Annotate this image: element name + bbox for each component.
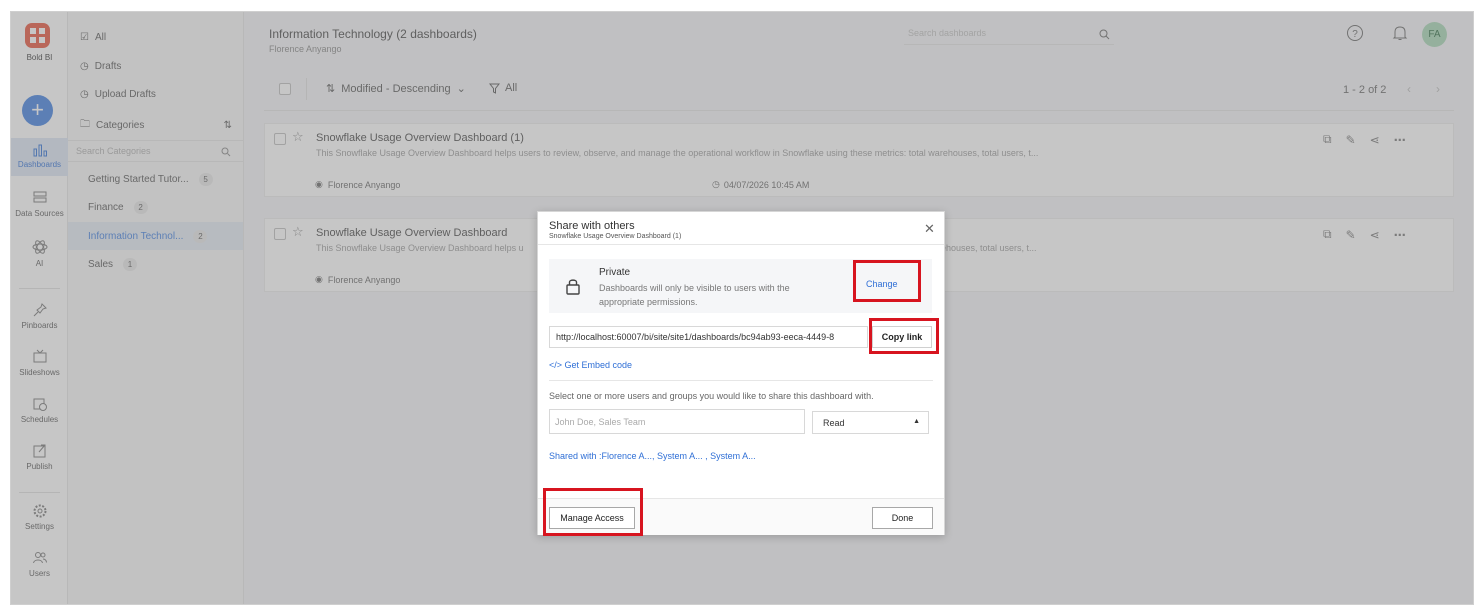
highlight-box (869, 318, 939, 354)
user-group-input[interactable]: John Doe, Sales Team (549, 409, 805, 434)
share-url-field[interactable]: http://localhost:60007/bi/site/site1/das… (549, 326, 868, 348)
dialog-title: Share with others (549, 220, 635, 232)
permission-value: Read (823, 418, 845, 428)
lock-icon (566, 279, 580, 295)
privacy-title: Private (599, 267, 631, 278)
app-window: Bold BI + Dashboards Data Sources AI Pin… (10, 11, 1474, 605)
dialog-subtitle: Snowflake Usage Overview Dashboard (1) (549, 233, 682, 240)
done-button[interactable]: Done (872, 507, 933, 529)
close-icon[interactable]: ✕ (924, 221, 935, 237)
permission-select[interactable]: Read ▲ (812, 411, 929, 434)
divider (549, 380, 933, 381)
share-instructions: Select one or more users and groups you … (549, 391, 874, 401)
divider (538, 244, 944, 245)
caret-down-icon: ▲ (913, 418, 920, 425)
shared-with-list[interactable]: Shared with :Florence A..., System A... … (549, 451, 756, 461)
privacy-description: Dashboards will only be visible to users… (599, 283, 790, 307)
highlight-box (853, 260, 921, 302)
highlight-box (543, 488, 643, 536)
get-embed-code-link[interactable]: </> Get Embed code (549, 360, 632, 370)
